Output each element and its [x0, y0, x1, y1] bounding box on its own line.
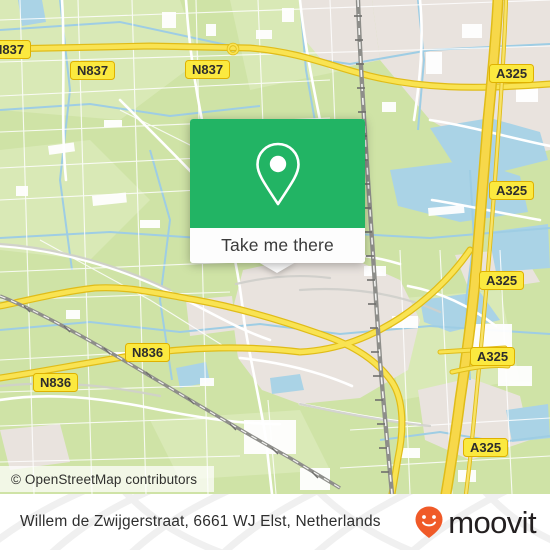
moovit-wordmark: moovit [448, 504, 536, 540]
map-location-card: N837 N837 N837 A325 A325 A325 A325 A325 … [0, 0, 550, 550]
road-shield-a325-1: A325 [489, 64, 535, 83]
road-shield-n836-2: N836 [33, 373, 79, 392]
map-pin-icon [190, 119, 365, 228]
popup-cta-row[interactable]: Take me there [190, 228, 365, 263]
location-address: Willem de Zwijgerstraat, 6661 WJ Elst, N… [20, 513, 381, 530]
road-shield-a325-4: A325 [470, 347, 516, 366]
road-shield-n836-1: N836 [125, 343, 171, 362]
moovit-brand[interactable]: moovit [414, 504, 537, 540]
map-canvas[interactable]: N837 N837 N837 A325 A325 A325 A325 A325 … [0, 0, 550, 494]
map-attribution[interactable]: © OpenStreetMap contributors [0, 466, 214, 492]
road-shield-n837: N837 [70, 61, 116, 80]
road-shield-a325-5: A325 [463, 438, 509, 457]
road-shield-a325-3: A325 [479, 271, 525, 290]
take-me-there-label: Take me there [221, 235, 334, 255]
road-shield-n837-east: N837 [185, 60, 231, 79]
moovit-smiley-pin-icon [414, 505, 444, 539]
footer-bar: Willem de Zwijgerstraat, 6661 WJ Elst, N… [0, 494, 550, 550]
road-shield-a325-2: A325 [489, 181, 535, 200]
take-me-there-popup[interactable]: Take me there [190, 119, 365, 263]
road-shield-n837-west: N837 [0, 40, 32, 59]
popup-pointer [258, 262, 296, 273]
attribution-text: © OpenStreetMap contributors [11, 471, 198, 487]
